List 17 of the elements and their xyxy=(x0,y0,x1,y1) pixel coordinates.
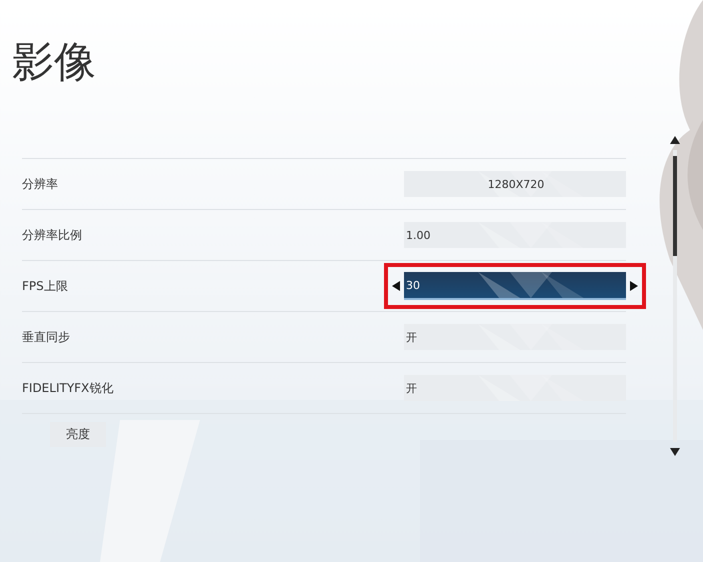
setting-label: 分辨率 xyxy=(22,176,58,192)
setting-label: FIDELITYFX锐化 xyxy=(22,380,114,396)
right-arrow-icon[interactable] xyxy=(630,281,638,291)
option-selector[interactable]: 开 xyxy=(404,324,626,350)
scroll-up-icon[interactable] xyxy=(670,136,680,144)
setting-label: FPS上限 xyxy=(22,278,68,294)
dropdown-field[interactable]: 1280X720 xyxy=(404,171,626,197)
option-selector[interactable]: 1.00 xyxy=(404,222,626,248)
option-selector[interactable]: 30 xyxy=(404,272,626,300)
section-header: 亮度 xyxy=(50,422,106,446)
option-selector[interactable]: 开 xyxy=(404,375,626,401)
setting-label: 分辨率比例 xyxy=(22,226,82,244)
page-title: 影像 xyxy=(12,36,96,88)
scroll-down-icon[interactable] xyxy=(670,448,680,456)
scrollbar-thumb[interactable] xyxy=(673,156,677,256)
setting-label: 垂直同步 xyxy=(22,328,70,346)
left-arrow-icon[interactable] xyxy=(392,281,400,291)
